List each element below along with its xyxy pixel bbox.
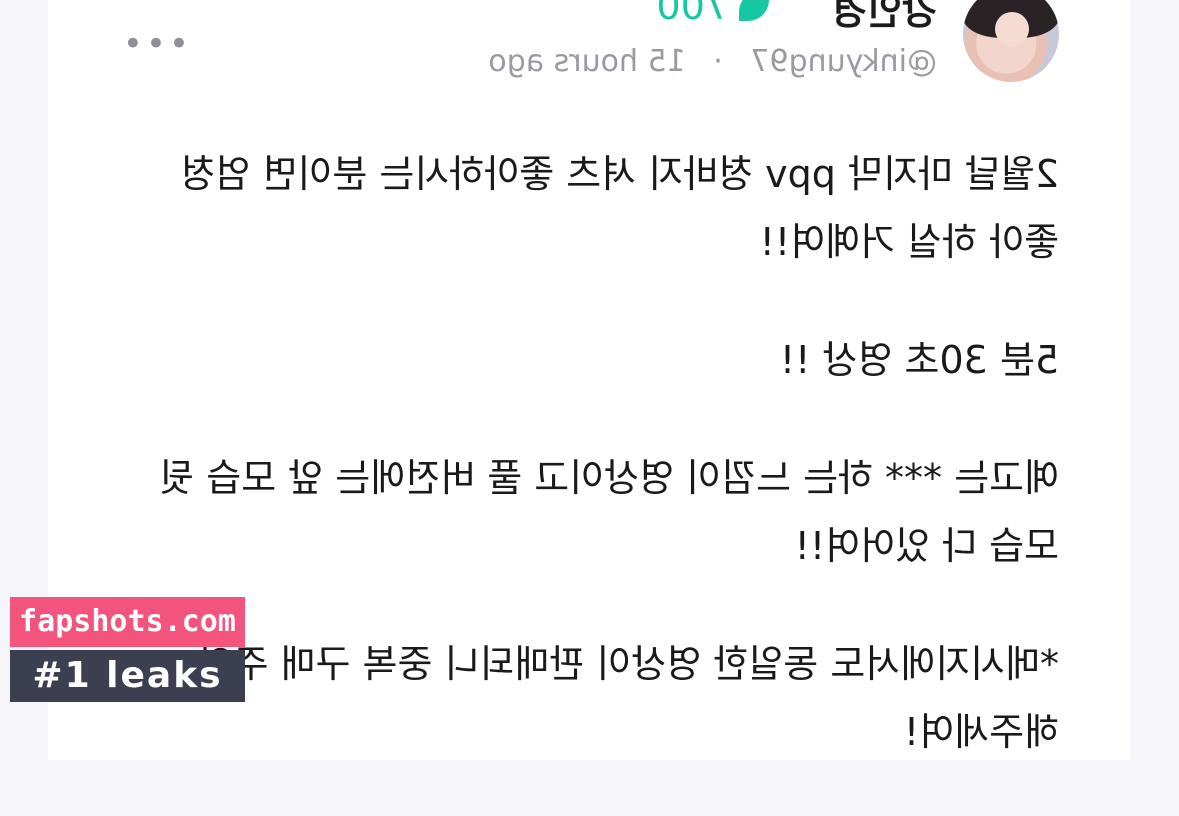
watermark-tagline: #1 leaks [10,650,245,702]
post-paragraph: 2월달 마지막 ppv 청바지 셔츠 좋아하시는 분이면 엄청 좋아 하실 거예… [180,152,1059,264]
post-time: 15 hours ago [488,44,686,79]
leaf-icon [739,0,769,21]
post-body: 2월달 마지막 ppv 청바지 셔츠 좋아하시는 분이면 엄청 좋아 하실 거예… [159,140,1059,816]
post-paragraph: *메시지에서도 동일한 영상이 판매되니 중복 구매 주의 해주세여! [198,642,1059,754]
points-badge: 700 [656,0,769,28]
more-dots-icon[interactable]: ••• [120,24,189,64]
points-value: 700 [656,0,729,28]
avatar[interactable] [963,0,1059,82]
meta-separator: · [713,44,723,79]
author-name[interactable]: 강인경 [832,0,937,35]
post-paragraph: 예고는 *** 하는 느낌이 영상이고 풀 버전에는 앞 모습 뒷 모습 다 있… [159,456,1059,568]
watermark-site: fapshots.com [10,597,245,647]
post-meta: @inkyung97 · 15 hours ago [488,44,937,79]
post-paragraph: 5분 30초 영상 !! [779,338,1059,382]
avatar-face [995,12,1029,46]
author-handle[interactable]: @inkyung97 [750,44,937,79]
